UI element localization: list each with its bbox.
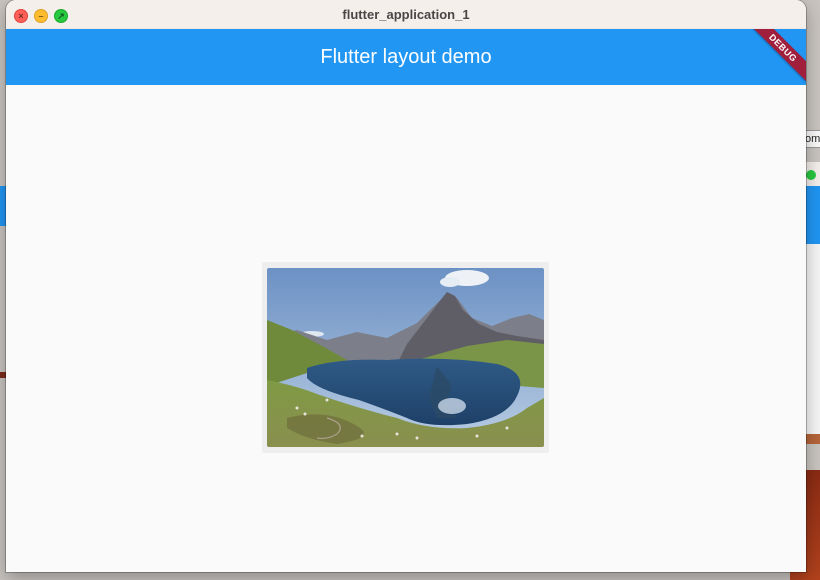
background-window-field[interactable]: om (804, 130, 820, 148)
app-bar-title: Flutter layout demo (320, 46, 492, 68)
app-bar: Flutter layout demo (6, 29, 806, 85)
window-titlebar[interactable]: × – ↗ flutter_application_1 (6, 0, 806, 30)
main-content (6, 85, 806, 572)
mountain-lake-image (267, 268, 544, 447)
window-title: flutter_application_1 (342, 7, 470, 22)
image-container (262, 262, 549, 453)
background-window-maximize-icon[interactable] (806, 170, 816, 180)
landscape-photo-icon (267, 268, 544, 447)
app-window: × – ↗ flutter_application_1 Flutter layo… (6, 0, 806, 572)
